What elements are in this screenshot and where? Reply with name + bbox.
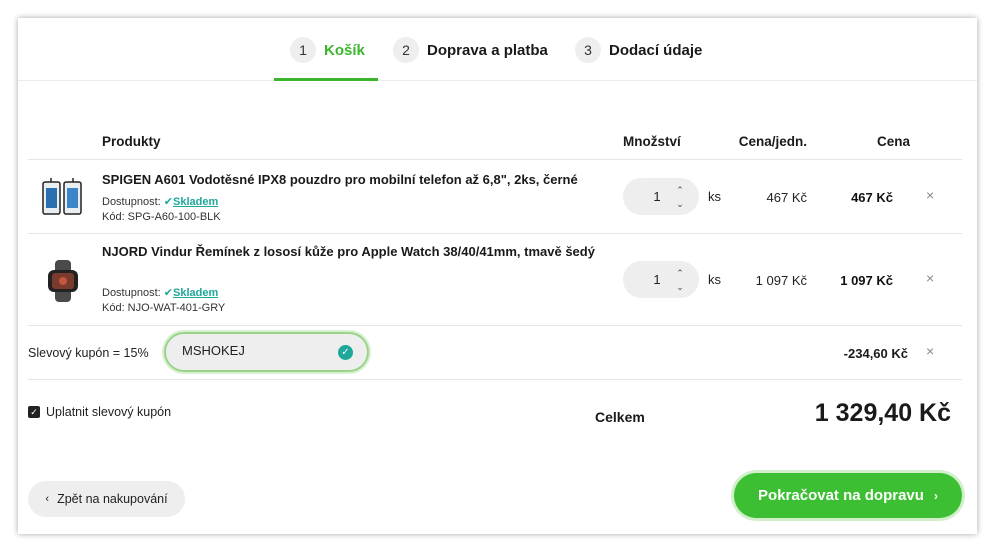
divider — [28, 379, 962, 380]
availability-label: Dostupnost: — [102, 287, 161, 299]
apply-coupon-checkbox[interactable]: ✓ Uplatnit slevový kupón — [28, 405, 171, 419]
product-code: Kód: SPG-A60-100-BLK — [102, 211, 221, 223]
chevron-up-icon[interactable]: ⌃ — [676, 183, 684, 197]
total-label: Celkem — [595, 409, 645, 425]
step-delivery-details[interactable]: 3 Dodací údaje — [575, 37, 702, 63]
step-label: Dodací údaje — [609, 41, 703, 59]
unit-price: 1 097 Kč — [755, 273, 807, 288]
chevron-right-icon: › — [933, 488, 938, 503]
remove-item-close-icon[interactable]: × — [926, 270, 934, 286]
step-number: 1 — [290, 37, 316, 63]
step-cart[interactable]: 1 Košík — [290, 37, 365, 63]
header-price: Cena — [876, 134, 910, 149]
apply-coupon-label[interactable]: Uplatnit slevový kupón — [46, 405, 171, 419]
active-step-indicator — [274, 78, 378, 81]
coupon-field[interactable]: ✓ — [164, 332, 369, 372]
phone-pouch-icon[interactable] — [40, 176, 86, 222]
quantity-unit: ks — [708, 272, 721, 287]
chevron-down-icon[interactable]: ⌄ — [676, 280, 684, 294]
checkout-steps: 1 Košík 2 Doprava a platba 3 Dodací údaj… — [18, 18, 977, 81]
coupon-input[interactable] — [182, 343, 332, 358]
availability: Dostupnost: ✔Skladem — [102, 286, 218, 299]
chevron-up-icon[interactable]: ⌃ — [676, 266, 684, 280]
line-total: 467 Kč — [851, 190, 893, 205]
continue-to-shipping-button[interactable]: Pokračovat na dopravu › — [734, 473, 962, 518]
quantity-value[interactable]: 1 — [623, 189, 671, 204]
availability: Dostupnost: ✔Skladem — [102, 195, 218, 208]
check-icon: ✔ — [163, 287, 173, 299]
watch-strap-icon[interactable] — [40, 258, 86, 304]
product-code: Kód: NJO-WAT-401-GRY — [102, 302, 226, 314]
check-icon: ✔ — [163, 196, 173, 208]
cart-table-header: Produkty Množství Cena/jedn. Cena — [28, 130, 962, 160]
unit-price: 467 Kč — [766, 190, 807, 205]
product-name[interactable]: NJORD Vindur Řemínek z lososí kůže pro A… — [102, 242, 602, 261]
total-amount: 1 329,40 Kč — [814, 399, 951, 427]
header-quantity: Množství — [623, 134, 681, 149]
coupon-label: Slevový kupón = 15% — [28, 346, 149, 360]
continue-button-label: Pokračovat na dopravu — [758, 487, 924, 504]
quantity-arrows: ⌃ ⌄ — [671, 266, 689, 294]
step-label: Košík — [324, 41, 365, 59]
line-total: 1 097 Kč — [840, 273, 893, 288]
checkbox-checked-icon[interactable]: ✓ — [28, 406, 40, 418]
quantity-value[interactable]: 1 — [623, 272, 671, 287]
step-number: 2 — [393, 37, 419, 63]
header-unit-price: Cena/jedn. — [738, 134, 807, 149]
check-circle-icon: ✓ — [338, 345, 353, 360]
step-number: 3 — [575, 37, 601, 63]
step-shipping-payment[interactable]: 2 Doprava a platba — [393, 37, 548, 63]
back-to-shopping-button[interactable]: ‹ Zpět na nakupování — [28, 481, 185, 517]
stock-status-link[interactable]: Skladem — [173, 287, 218, 299]
chevron-down-icon[interactable]: ⌄ — [676, 197, 684, 211]
product-name[interactable]: SPIGEN A601 Vodotěsné IPX8 pouzdro pro m… — [102, 170, 602, 189]
cart-item-row: SPIGEN A601 Vodotěsné IPX8 pouzdro pro m… — [28, 160, 962, 234]
chevron-left-icon: ‹ — [45, 493, 50, 505]
cart-card: 1 Košík 2 Doprava a platba 3 Dodací údaj… — [18, 18, 977, 534]
remove-coupon-close-icon[interactable]: × — [926, 343, 934, 359]
cart-item-row: NJORD Vindur Řemínek z lososí kůže pro A… — [28, 234, 962, 326]
quantity-arrows: ⌃ ⌄ — [671, 183, 689, 211]
coupon-discount: -234,60 Kč — [843, 346, 908, 361]
back-button-label: Zpět na nakupování — [57, 492, 168, 506]
header-products: Produkty — [102, 134, 161, 149]
quantity-stepper[interactable]: 1 ⌃ ⌄ — [623, 261, 699, 298]
availability-label: Dostupnost: — [102, 196, 161, 208]
quantity-stepper[interactable]: 1 ⌃ ⌄ — [623, 178, 699, 215]
remove-item-close-icon[interactable]: × — [926, 187, 934, 203]
stock-status-link[interactable]: Skladem — [173, 196, 218, 208]
step-label: Doprava a platba — [427, 41, 548, 59]
quantity-unit: ks — [708, 189, 721, 204]
